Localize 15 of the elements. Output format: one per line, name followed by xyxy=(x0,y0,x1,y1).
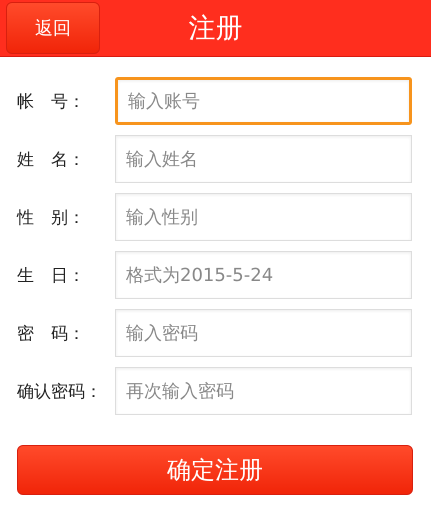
field-label: 姓 名： xyxy=(17,148,86,170)
field-label: 生 日： xyxy=(17,264,86,286)
field-label: 确认密码： xyxy=(17,380,103,402)
register-button[interactable]: 确定注册 xyxy=(17,445,413,495)
input-field[interactable]: 输入账号 xyxy=(115,77,412,125)
back-button[interactable]: 返回 xyxy=(6,2,100,54)
input-field[interactable]: 输入姓名 xyxy=(115,135,412,183)
page-title: 注册 xyxy=(188,12,244,46)
input-field[interactable]: 输入性别 xyxy=(115,193,412,241)
field-label: 帐 号： xyxy=(17,90,86,112)
input-field[interactable]: 再次输入密码 xyxy=(115,367,412,415)
input-field[interactable]: 输入密码 xyxy=(115,309,412,357)
field-label: 密 码： xyxy=(17,322,86,344)
field-label: 性 别： xyxy=(17,206,86,228)
input-field[interactable]: 格式为2015-5-24 xyxy=(115,251,412,299)
